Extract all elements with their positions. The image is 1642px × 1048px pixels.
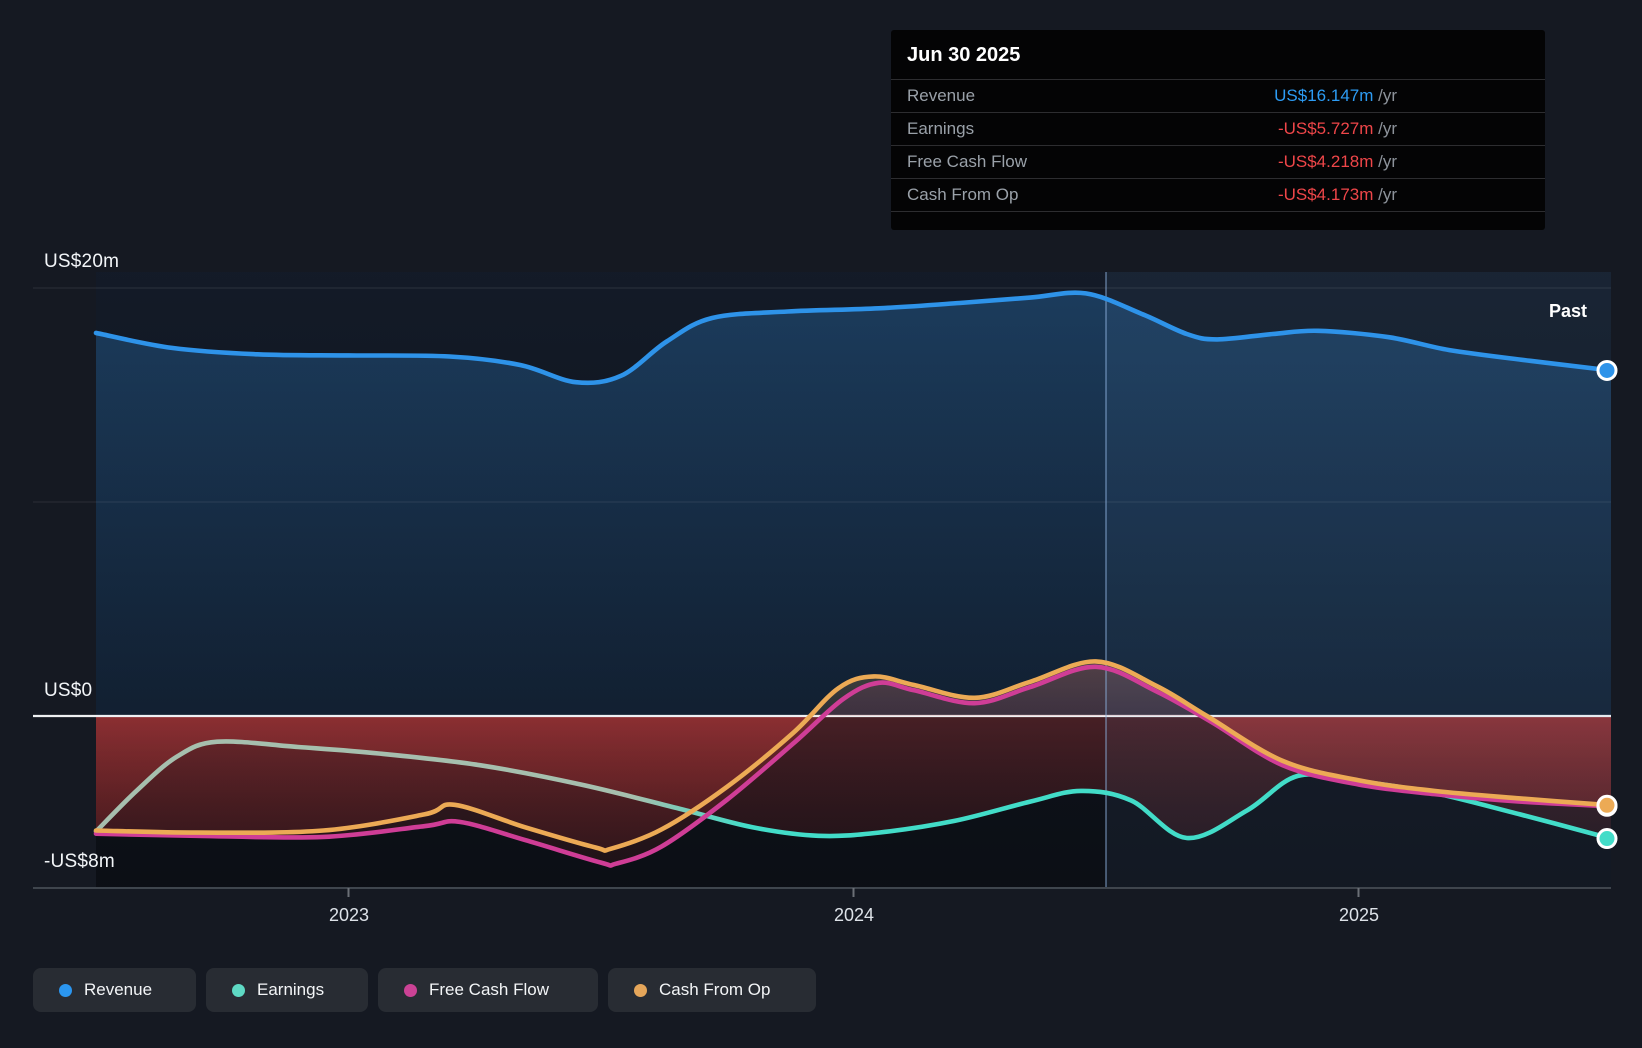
y-axis-label-neg8m: -US$8m — [44, 851, 115, 872]
tooltip-earnings-value: -US$5.727m — [1277, 119, 1374, 138]
y-axis-label-20m: US$20m — [44, 251, 120, 272]
tooltip-cashop-value: -US$4.173m — [1277, 185, 1374, 204]
x-axis-label-2024: 2024 — [833, 905, 875, 925]
legend-chip-revenue[interactable]: Revenue — [33, 968, 196, 1012]
highlight-region — [1106, 272, 1611, 888]
tooltip-row-revenue: Revenue US$16.147m /yr — [891, 79, 1545, 112]
x-axis-label-2023: 2023 — [328, 905, 370, 925]
past-region-label: Past — [1549, 301, 1588, 321]
tooltip-bottom-divider — [891, 211, 1545, 212]
y-axis-label-0: US$0 — [44, 680, 93, 701]
cash-from-op-end-dot — [1596, 794, 1618, 816]
tooltip-row-cash-from-op: Cash From Op -US$4.173m /yr — [891, 178, 1545, 211]
tooltip-row-free-cash-flow: Free Cash Flow -US$4.218m /yr — [891, 145, 1545, 178]
free-cash-flow-legend-dot — [404, 983, 417, 997]
earnings-revenue-history-chart: { "tooltip": { "date": "Jun 30 2025", "r… — [0, 0, 1642, 1048]
earnings-end-dot — [1596, 828, 1618, 850]
tooltip-row-earnings: Earnings -US$5.727m /yr — [891, 112, 1545, 145]
legend-chip-earnings[interactable]: Earnings — [206, 968, 368, 1012]
legend-chip-free-cash-flow[interactable]: Free Cash Flow — [378, 968, 598, 1012]
earnings-legend-dot — [232, 983, 245, 997]
hover-tooltip: Jun 30 2025 Revenue US$16.147m /yr Earni… — [891, 30, 1545, 230]
tooltip-date: Jun 30 2025 — [907, 44, 1021, 66]
tooltip-fcf-value: -US$4.218m — [1277, 152, 1374, 171]
tooltip-revenue-value: US$16.147m — [1274, 86, 1374, 105]
x-axis-label-2025: 2025 — [1338, 905, 1380, 925]
revenue-end-dot — [1596, 359, 1618, 381]
revenue-legend-dot — [59, 983, 72, 997]
legend-chip-cash-from-op[interactable]: Cash From Op — [608, 968, 816, 1012]
cash-from-op-legend-dot — [634, 983, 647, 997]
